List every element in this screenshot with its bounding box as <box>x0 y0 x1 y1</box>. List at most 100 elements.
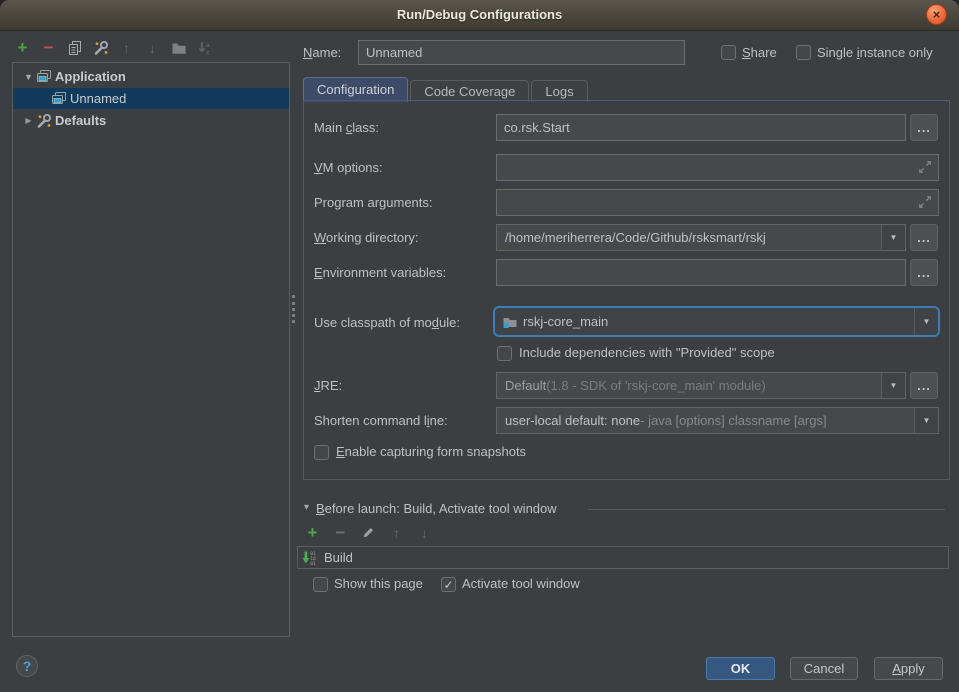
copy-icon <box>67 40 83 56</box>
arrow-up-icon: ↑ <box>123 40 130 56</box>
add-task-button[interactable]: + <box>304 524 321 541</box>
remove-configuration-button[interactable]: − <box>40 39 57 56</box>
show-this-page-label: Show this page <box>334 576 423 591</box>
working-directory-label: Working directory: <box>314 230 419 246</box>
svg-text:a: a <box>206 42 210 49</box>
dropdown-arrow-icon[interactable]: ▼ <box>914 308 938 335</box>
tree-item-label: Unnamed <box>70 91 126 106</box>
minus-icon: − <box>336 523 346 543</box>
main-class-input[interactable] <box>496 114 906 141</box>
single-instance-checkbox[interactable] <box>796 45 811 60</box>
title-bar[interactable]: Run/Debug Configurations × <box>0 0 959 31</box>
application-icon <box>51 91 67 107</box>
move-down-button[interactable]: ↓ <box>144 39 161 56</box>
dialog-title: Run/Debug Configurations <box>0 0 959 30</box>
move-task-down-button[interactable]: ↓ <box>416 524 433 541</box>
sort-configurations-button[interactable]: a z <box>196 39 213 56</box>
close-icon: × <box>933 7 941 22</box>
svg-text:z: z <box>206 49 210 56</box>
arrow-down-icon: ↓ <box>149 40 156 56</box>
wrench-icon <box>36 113 52 129</box>
use-classpath-combo[interactable]: rskj-core_main ▼ <box>493 306 940 337</box>
minus-icon: − <box>44 38 54 58</box>
cancel-button[interactable]: Cancel <box>790 657 858 680</box>
move-task-up-button[interactable]: ↑ <box>388 524 405 541</box>
help-button[interactable]: ? <box>16 655 38 677</box>
collapse-section-icon[interactable]: ▾ <box>304 502 309 513</box>
program-arguments-input[interactable] <box>496 189 939 216</box>
working-directory-browse-button[interactable]: ... <box>910 224 938 251</box>
tree-item-defaults[interactable]: ▶ Defaults <box>13 110 289 131</box>
apply-button[interactable]: Apply <box>874 657 943 680</box>
show-this-page-checkbox[interactable] <box>313 577 328 592</box>
tree-item-application[interactable]: ▼ Application <box>13 66 289 87</box>
activate-tool-window-checkbox[interactable]: ✓ <box>441 577 456 592</box>
enable-snapshots-label: Enable capturing form snapshots <box>336 444 526 459</box>
include-provided-checkbox[interactable] <box>497 346 512 361</box>
dropdown-arrow-icon[interactable]: ▼ <box>881 225 905 250</box>
jre-browse-button[interactable]: ... <box>910 372 938 399</box>
expand-field-icon[interactable] <box>918 160 932 174</box>
pencil-icon <box>361 525 376 540</box>
arrow-down-icon: ↓ <box>421 525 428 541</box>
main-class-browse-button[interactable]: ... <box>910 114 938 141</box>
shorten-command-line-combo[interactable]: user-local default: none - java [options… <box>496 407 939 434</box>
tab-configuration[interactable]: Configuration <box>303 77 408 102</box>
environment-variables-browse-button[interactable]: ... <box>910 259 938 286</box>
wrench-icon <box>93 40 109 56</box>
shorten-command-line-label: Shorten command line: <box>314 413 448 429</box>
application-icon <box>36 69 52 85</box>
chevron-expanded-icon[interactable]: ▼ <box>23 72 34 82</box>
build-icon: 01 10 01 <box>302 550 318 566</box>
sort-alphabetically-icon: a z <box>197 40 213 56</box>
before-launch-task-row[interactable]: 01 10 01 Build <box>297 546 949 569</box>
before-launch-title: Before launch: Build, Activate tool wind… <box>316 501 557 516</box>
dropdown-arrow-icon[interactable]: ▼ <box>914 408 938 433</box>
environment-variables-input[interactable] <box>496 259 906 286</box>
svg-text:01: 01 <box>310 561 316 566</box>
ellipsis-icon: ... <box>917 120 931 135</box>
remove-task-button[interactable]: − <box>332 524 349 541</box>
move-up-button[interactable]: ↑ <box>118 39 135 56</box>
add-configuration-button[interactable]: + <box>14 39 31 56</box>
chevron-collapsed-icon[interactable]: ▶ <box>23 116 34 125</box>
ellipsis-icon: ... <box>917 265 931 280</box>
share-checkbox[interactable] <box>721 45 736 60</box>
edit-defaults-button[interactable] <box>92 39 109 56</box>
name-input[interactable] <box>358 40 685 65</box>
configurations-toolbar: + − ↑ ↓ <box>14 39 213 56</box>
jre-combo[interactable]: Default (1.8 - SDK of 'rskj-core_main' m… <box>496 372 906 399</box>
create-folder-button[interactable] <box>170 39 187 56</box>
share-label: Share <box>742 45 777 60</box>
tree-item-unnamed[interactable]: Unnamed <box>13 88 289 109</box>
jre-label: JRE: <box>314 378 342 394</box>
working-directory-combo[interactable]: /home/meriherrera/Code/Github/rsksmart/r… <box>496 224 906 251</box>
activate-tool-window-label: Activate tool window <box>462 576 580 591</box>
edit-task-button[interactable] <box>360 524 377 541</box>
expand-field-icon[interactable] <box>918 195 932 209</box>
vm-options-input[interactable] <box>496 154 939 181</box>
dropdown-arrow-icon[interactable]: ▼ <box>881 373 905 398</box>
enable-snapshots-checkbox[interactable] <box>314 445 329 460</box>
before-launch-toolbar: + − ↑ ↓ <box>304 524 433 541</box>
vm-options-label: VM options: <box>314 160 383 176</box>
run-debug-configurations-dialog: Run/Debug Configurations × + − ↑ <box>0 0 959 692</box>
arrow-up-icon: ↑ <box>393 525 400 541</box>
close-button[interactable]: × <box>926 4 947 25</box>
question-mark-icon: ? <box>23 658 32 674</box>
check-icon: ✓ <box>443 579 453 591</box>
tab-logs[interactable]: Logs <box>531 80 587 102</box>
section-divider <box>588 509 945 510</box>
module-icon <box>502 314 518 330</box>
plus-icon: + <box>18 38 28 58</box>
copy-configuration-button[interactable] <box>66 39 83 56</box>
include-provided-label: Include dependencies with "Provided" sco… <box>519 345 775 360</box>
tab-code-coverage[interactable]: Code Coverage <box>410 80 529 102</box>
configuration-tab-panel: Main class: ... VM options: Program argu… <box>303 100 950 480</box>
tree-item-label: Defaults <box>55 113 106 128</box>
tree-item-label: Application <box>55 69 126 84</box>
tab-bar: Configuration Code Coverage Logs <box>303 77 590 102</box>
panel-splitter-handle[interactable] <box>292 295 295 323</box>
main-class-label: Main class: <box>314 120 379 136</box>
ok-button[interactable]: OK <box>706 657 775 680</box>
